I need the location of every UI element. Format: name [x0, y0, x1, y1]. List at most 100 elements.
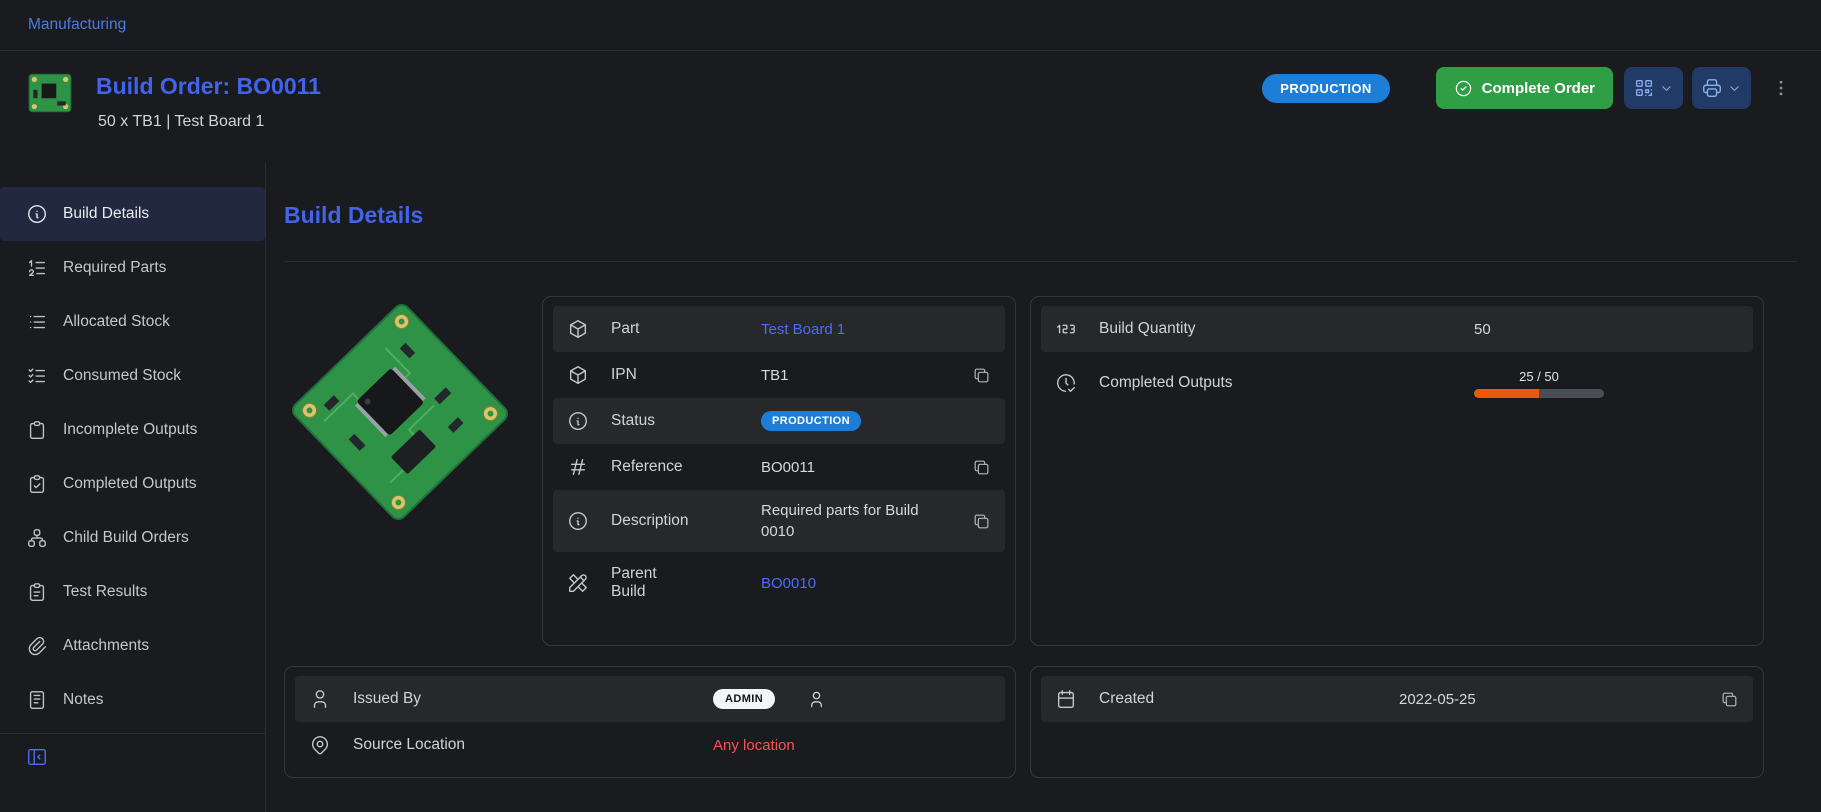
copy-icon[interactable]: [972, 512, 991, 531]
page-header: Build Order: BO0011 50 x TB1 | Test Boar…: [0, 51, 1821, 163]
description-row: Description Required parts for Build 001…: [553, 490, 1005, 552]
sidebar-item-label: Attachments: [63, 637, 149, 655]
parent-build-row: Parent Build BO0010: [553, 552, 1005, 614]
description-value: Required parts for Build 0010: [761, 500, 939, 542]
sidebar-item-consumed-stock[interactable]: Consumed Stock: [0, 349, 265, 403]
progress-fill: [1474, 389, 1539, 398]
issued-by-label: Issued By: [353, 690, 713, 708]
status-label: Status: [611, 412, 761, 430]
breadcrumb: Manufacturing: [0, 0, 1821, 51]
copy-icon[interactable]: [1720, 690, 1739, 709]
created-value: 2022-05-25: [1399, 691, 1720, 708]
part-row: Part Test Board 1: [553, 306, 1005, 352]
sidebar-item-completed-outputs[interactable]: Completed Outputs: [0, 457, 265, 511]
page-title: Build Order: BO0011: [96, 73, 321, 100]
issue-card: Issued By ADMIN Source Location Any loca…: [284, 666, 1016, 778]
sidebar-item-test-results[interactable]: Test Results: [0, 565, 265, 619]
copy-icon[interactable]: [972, 366, 991, 385]
sidebar: Build Details Required Parts Allocated S…: [0, 163, 266, 812]
print-actions-button[interactable]: [1692, 67, 1751, 109]
progress-text: 25 / 50: [1474, 369, 1604, 384]
sidebar-item-label: Child Build Orders: [63, 529, 189, 547]
qrcode-icon: [1633, 77, 1655, 99]
chevron-down-icon: [1727, 81, 1742, 96]
sidebar-item-label: Completed Outputs: [63, 475, 197, 493]
completed-outputs-row: Completed Outputs 25 / 50: [1041, 352, 1753, 414]
build-quantity-label: Build Quantity: [1099, 320, 1474, 338]
box-icon: [567, 364, 589, 386]
info-circle-icon: [567, 510, 589, 532]
user-icon: [309, 688, 331, 710]
quantity-card: Build Quantity 50 Completed Outputs 25 /…: [1030, 296, 1764, 646]
clipboard-check-icon: [26, 473, 48, 495]
complete-order-label: Complete Order: [1482, 80, 1595, 97]
sidebar-item-build-details[interactable]: Build Details: [0, 187, 265, 241]
user-icon: [807, 690, 826, 709]
reference-row: Reference BO0011: [553, 444, 1005, 490]
breadcrumb-manufacturing-link[interactable]: Manufacturing: [28, 16, 126, 34]
barcode-actions-button[interactable]: [1624, 67, 1683, 109]
issued-by-row: Issued By ADMIN: [295, 676, 1005, 722]
tools-icon: [567, 572, 589, 594]
info-circle-icon: [26, 203, 48, 225]
sidebar-collapse-icon: [26, 746, 265, 768]
map-pin-icon: [309, 734, 331, 756]
sidebar-item-label: Build Details: [63, 205, 149, 223]
sidebar-item-label: Allocated Stock: [63, 313, 170, 331]
progress-track: [1474, 389, 1604, 398]
sidebar-item-label: Notes: [63, 691, 104, 709]
completed-outputs-progress: 25 / 50: [1474, 369, 1604, 398]
created-card: Created 2022-05-25: [1030, 666, 1764, 778]
status-row: Status PRODUCTION: [553, 398, 1005, 444]
sidebar-item-allocated-stock[interactable]: Allocated Stock: [0, 295, 265, 349]
clipboard-icon: [26, 419, 48, 441]
sidebar-item-notes[interactable]: Notes: [0, 673, 265, 727]
description-label: Description: [611, 512, 761, 530]
created-label: Created: [1099, 690, 1399, 708]
reference-value: BO0011: [761, 459, 972, 476]
sidebar-item-child-build-orders[interactable]: Child Build Orders: [0, 511, 265, 565]
panel-heading: Build Details: [284, 201, 1797, 229]
source-location-row: Source Location Any location: [295, 722, 1005, 768]
complete-order-button[interactable]: Complete Order: [1436, 67, 1613, 109]
sidebar-item-attachments[interactable]: Attachments: [0, 619, 265, 673]
source-location-label: Source Location: [353, 736, 713, 754]
sidebar-item-required-parts[interactable]: Required Parts: [0, 241, 265, 295]
sidebar-item-label: Incomplete Outputs: [63, 421, 197, 439]
ipn-row: IPN TB1: [553, 352, 1005, 398]
sidebar-item-incomplete-outputs[interactable]: Incomplete Outputs: [0, 403, 265, 457]
build-details-panel: Build Details: [266, 163, 1821, 812]
ipn-label: IPN: [611, 366, 761, 384]
production-status-badge: PRODUCTION: [761, 411, 861, 431]
status-badge: PRODUCTION: [1262, 74, 1389, 103]
list-numbers-icon: [26, 257, 48, 279]
sitemap-icon: [26, 527, 48, 549]
dots-vertical-icon: [1771, 77, 1791, 99]
calendar-icon: [1055, 688, 1077, 710]
part-link[interactable]: Test Board 1: [761, 321, 991, 338]
info-circle-icon: [567, 410, 589, 432]
page-subtitle: 50 x TB1 | Test Board 1: [98, 113, 321, 131]
parent-build-link[interactable]: BO0010: [761, 575, 991, 592]
completed-outputs-label: Completed Outputs: [1099, 374, 1474, 392]
list-icon: [26, 311, 48, 333]
reference-label: Reference: [611, 458, 761, 476]
circle-check-icon: [1454, 79, 1473, 98]
part-image: [284, 296, 516, 528]
paperclip-icon: [26, 635, 48, 657]
source-location-value: Any location: [713, 737, 991, 754]
heading-divider: [284, 261, 1797, 262]
hash-icon: [567, 456, 589, 478]
sidebar-collapse-button[interactable]: [0, 734, 265, 768]
box-icon: [567, 318, 589, 340]
list-check-icon: [26, 365, 48, 387]
chevron-down-icon: [1659, 81, 1674, 96]
more-actions-button[interactable]: [1771, 77, 1791, 99]
sidebar-item-label: Consumed Stock: [63, 367, 181, 385]
clipboard-text-icon: [26, 581, 48, 603]
copy-icon[interactable]: [972, 458, 991, 477]
numbers-123-icon: [1055, 318, 1077, 340]
part-label: Part: [611, 320, 761, 338]
part-details-card: Part Test Board 1 IPN TB1: [542, 296, 1016, 646]
part-thumbnail-image: [26, 69, 74, 117]
